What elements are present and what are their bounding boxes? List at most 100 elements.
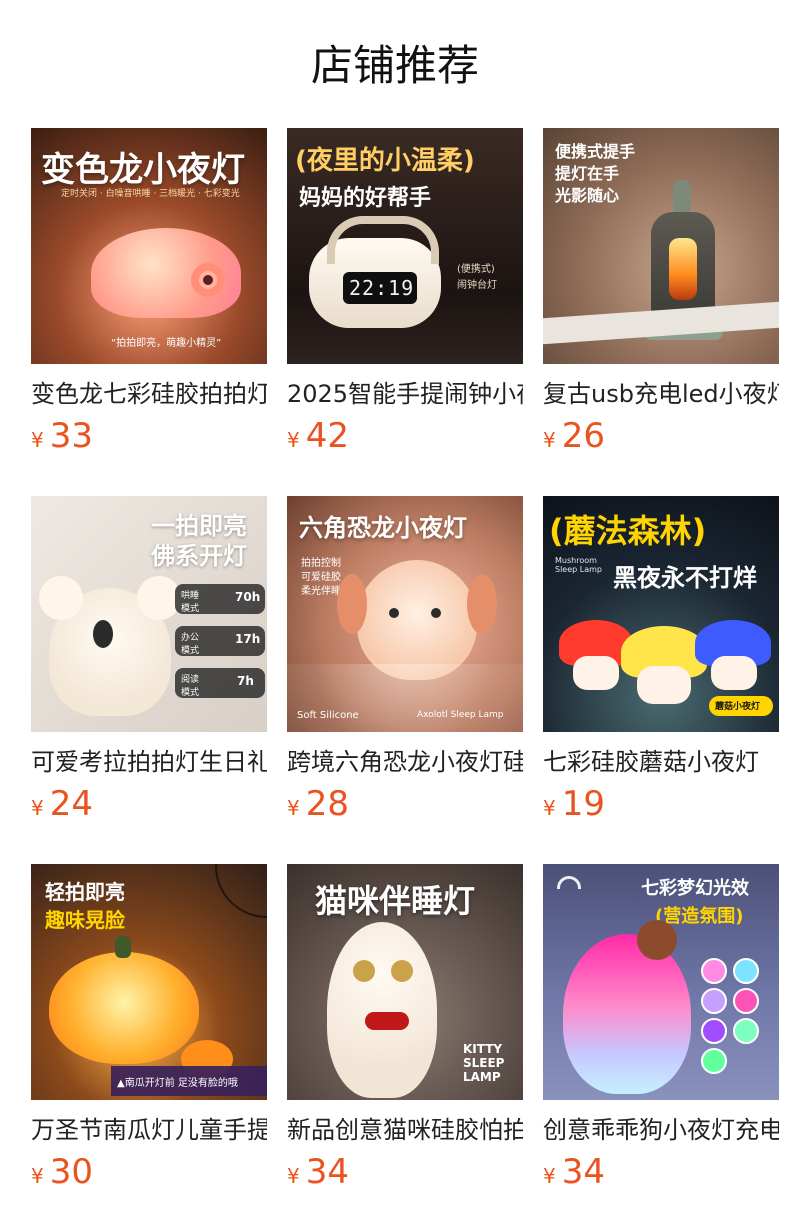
currency-symbol: ¥ (287, 796, 300, 820)
currency-symbol: ¥ (31, 1164, 44, 1188)
lantern-handle-icon (673, 180, 691, 216)
product-image[interactable]: 变色龙小夜灯 定时关闭 · 白噪音哄睡 · 三档暖光 · 七彩变光 “拍拍即亮，… (31, 128, 267, 364)
color-dot-4-icon (733, 988, 759, 1014)
product-card[interactable]: (夜里的小温柔) 妈妈的好帮手 22:19 (便携式) 闹钟台灯 2025智能手… (287, 128, 523, 496)
image-line-2: 提灯在手 (555, 164, 620, 183)
image-headline-2: 佛系开灯 (151, 542, 247, 570)
image-headline: 六角恐龙小夜灯 (299, 514, 467, 542)
product-price: ¥34 (543, 1152, 779, 1198)
price-value: 34 (305, 1152, 349, 1192)
spiderweb-icon (215, 864, 267, 918)
mode-hours-1: 70h (235, 590, 261, 604)
product-name[interactable]: 可爱考拉拍拍灯生日礼物 (31, 746, 267, 778)
product-image[interactable]: 便携式提手 提灯在手 光影随心 (543, 128, 779, 364)
side-label-1: (便携式) (457, 264, 495, 275)
price-value: 26 (561, 416, 605, 456)
axolotl-eye-left-icon (389, 608, 399, 618)
image-headline: (蘑法森林) (549, 512, 707, 550)
product-name[interactable]: 跨境六角恐龙小夜灯硅胶 (287, 746, 523, 778)
product-name[interactable]: 新品创意猫咪硅胶怕拍灯 (287, 1114, 523, 1146)
product-card[interactable]: 变色龙小夜灯 定时关闭 · 白噪音哄睡 · 三档暖光 · 七彩变光 “拍拍即亮，… (31, 128, 267, 496)
axolotl-gill-left-icon (337, 574, 367, 634)
badge-text: 蘑菇小夜灯 (715, 702, 761, 712)
mode-hours-2: 17h (235, 632, 261, 646)
lamp-eye-pupil-icon (203, 275, 213, 285)
product-name[interactable]: 2025智能手提闹钟小夜灯 (287, 378, 523, 410)
cat-lamp-icon (327, 922, 437, 1098)
clock-time: 22:19 (349, 276, 415, 300)
product-card[interactable]: 七彩梦幻光效 (营造氛围) 创意乖乖狗小夜灯充电 ¥34 (543, 864, 779, 1232)
color-dot-7-icon (701, 1048, 727, 1074)
product-image[interactable]: 一拍即亮 佛系开灯 哄睡 模式 70h 办公 模式 17h 阅读 模式 7h (31, 496, 267, 732)
currency-symbol: ¥ (543, 428, 556, 452)
color-dot-1-icon (701, 958, 727, 984)
product-image[interactable]: 七彩梦幻光效 (营造氛围) (543, 864, 779, 1100)
product-card[interactable]: 猫咪伴睡灯 KITTY SLEEP LAMP 新品创意猫咪硅胶怕拍灯 ¥34 (287, 864, 523, 1232)
currency-symbol: ¥ (543, 796, 556, 820)
axolotl-gill-right-icon (467, 574, 497, 634)
koala-ear-left-icon (39, 576, 83, 620)
price-value: 42 (305, 416, 349, 456)
product-name[interactable]: 创意乖乖狗小夜灯充电 (543, 1114, 779, 1146)
product-card[interactable]: (蘑法森林) 黑夜永不打烊 Mushroom Sleep Lamp 蘑菇小夜灯 … (543, 496, 779, 864)
currency-symbol: ¥ (287, 1164, 300, 1188)
product-name[interactable]: 复古usb充电led小夜灯 (543, 378, 779, 410)
axolotl-lamp-icon (357, 560, 477, 680)
product-image[interactable]: 六角恐龙小夜灯 拍拍控制 可爱硅胶 柔光伴睡 Soft Silicone Axo… (287, 496, 523, 732)
mushroom-stem-red-icon (573, 656, 619, 690)
product-card[interactable]: 轻拍即亮 趣味晃脸 ▲南瓜开灯前 足没有脸的哦 万圣节南瓜灯儿童手提灯 ¥30 (31, 864, 267, 1232)
price-value: 24 (49, 784, 93, 824)
product-name[interactable]: 变色龙七彩硅胶拍拍灯 (31, 378, 267, 410)
price-value: 19 (561, 784, 605, 824)
image-headline-1: 轻拍即亮 (45, 880, 125, 904)
color-dot-3-icon (701, 988, 727, 1014)
product-name[interactable]: 万圣节南瓜灯儿童手提灯 (31, 1114, 267, 1146)
badge-text: ▲南瓜开灯前 足没有脸的哦 (117, 1078, 238, 1089)
side-label-2: 闹钟台灯 (457, 280, 497, 291)
cat-eye-right-icon (391, 960, 413, 982)
price-value: 33 (49, 416, 93, 456)
price-value: 28 (305, 784, 349, 824)
image-headline-2: 趣味晃脸 (45, 908, 125, 932)
color-dot-5-icon (701, 1018, 727, 1044)
bow-tie-icon (365, 1012, 409, 1030)
image-tagline: 定时关闭 · 白噪音哄睡 · 三档暖光 · 七彩变光 (61, 189, 240, 199)
footer-left: Soft Silicone (297, 710, 359, 721)
footer-right: Axolotl Sleep Lamp (417, 710, 504, 720)
feature-3: 柔光伴睡 (301, 586, 341, 597)
product-card[interactable]: 便携式提手 提灯在手 光影随心 复古usb充电led小夜灯 ¥26 (543, 128, 779, 496)
price-value: 30 (49, 1152, 93, 1192)
image-subhead: 妈妈的好帮手 (299, 186, 432, 211)
product-price: ¥34 (287, 1152, 523, 1198)
product-image[interactable]: (蘑法森林) 黑夜永不打烊 Mushroom Sleep Lamp 蘑菇小夜灯 (543, 496, 779, 732)
feature-2: 可爱硅胶 (301, 572, 341, 583)
koala-nose-icon (93, 620, 113, 648)
pumpkin-lamp-icon (49, 952, 199, 1064)
lantern-flame-icon (669, 238, 697, 300)
currency-symbol: ¥ (31, 428, 44, 452)
product-image[interactable]: 轻拍即亮 趣味晃脸 ▲南瓜开灯前 足没有脸的哦 (31, 864, 267, 1100)
image-line-1: 便携式提手 (555, 142, 636, 161)
currency-symbol: ¥ (31, 796, 44, 820)
product-price: ¥28 (287, 784, 523, 830)
currency-symbol: ¥ (287, 428, 300, 452)
rainbow-icon (557, 876, 581, 889)
mushroom-stem-blue-icon (711, 656, 757, 690)
product-card[interactable]: 六角恐龙小夜灯 拍拍控制 可爱硅胶 柔光伴睡 Soft Silicone Axo… (287, 496, 523, 864)
product-card[interactable]: 一拍即亮 佛系开灯 哄睡 模式 70h 办公 模式 17h 阅读 模式 7h 可… (31, 496, 267, 864)
page-title: 店铺推荐 (310, 41, 479, 90)
product-price: ¥26 (543, 416, 779, 462)
dog-ear-icon (637, 920, 677, 960)
product-name[interactable]: 七彩硅胶蘑菇小夜灯 (543, 746, 779, 778)
lace-doily-icon (287, 664, 523, 732)
dog-lamp-icon (563, 934, 691, 1094)
image-headline: 猫咪伴睡灯 (315, 882, 476, 920)
product-image[interactable]: (夜里的小温柔) 妈妈的好帮手 22:19 (便携式) 闹钟台灯 (287, 128, 523, 364)
image-footer: KITTY SLEEP LAMP (463, 1042, 505, 1084)
mode-hours-3: 7h (237, 674, 254, 688)
product-price: ¥42 (287, 416, 523, 462)
color-dot-6-icon (733, 1018, 759, 1044)
product-image[interactable]: 猫咪伴睡灯 KITTY SLEEP LAMP (287, 864, 523, 1100)
product-grid: 变色龙小夜灯 定时关闭 · 白噪音哄睡 · 三档暖光 · 七彩变光 “拍拍即亮，… (31, 128, 779, 1232)
image-subhead: 黑夜永不打烊 (613, 564, 757, 592)
